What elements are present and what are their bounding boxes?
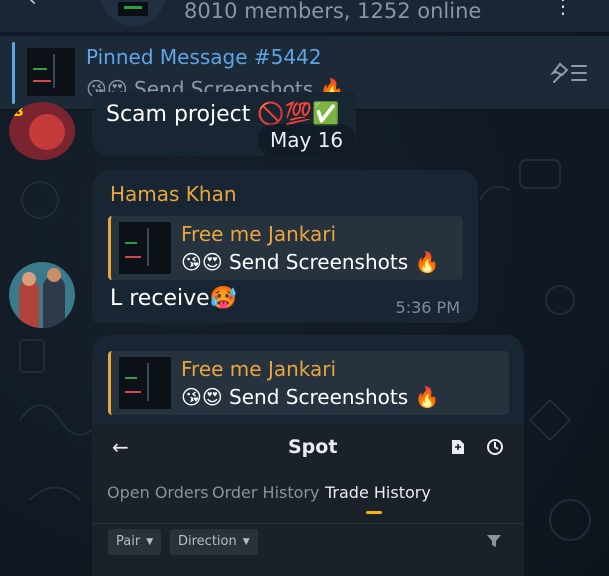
tab-open-orders: Open Orders <box>107 483 209 502</box>
reply-thumbnail <box>119 222 171 274</box>
refresh-icon <box>487 439 503 455</box>
reply-text: 😘😍 Send Screenshots 🔥 <box>181 250 440 274</box>
filter-pair-label: Pair <box>116 534 141 549</box>
filter-direction: Direction ▼ <box>170 529 258 555</box>
attached-screenshot[interactable]: ← Spot Open Orders Order History Trade H… <box>92 425 524 576</box>
sender-name[interactable]: Hamas Khan <box>110 182 237 206</box>
pinned-thumbnail <box>27 48 75 96</box>
reply-title: Free me Jankari <box>181 222 337 246</box>
screenshot-title: Spot <box>288 436 338 458</box>
filter-pair: Pair ▼ <box>108 529 162 555</box>
reply-quote[interactable]: Free me Jankari 😘😍 Send Screenshots 🔥 <box>108 351 509 415</box>
unpin-list-icon[interactable] <box>550 60 590 86</box>
date-chip: May 16 <box>258 124 356 156</box>
avatar[interactable] <box>9 262 75 328</box>
pinned-indicator <box>12 42 15 104</box>
reply-title: Free me Jankari <box>181 357 337 381</box>
caret-down-icon: ▼ <box>146 537 154 547</box>
message-text: L receive🥵 <box>110 286 238 311</box>
reply-quote[interactable]: Free me Jankari 😘😍 Send Screenshots 🔥 <box>108 216 463 280</box>
message-bubble[interactable]: Hamas Khan Free me Jankari 😘😍 Send Scree… <box>92 170 478 323</box>
more-menu-icon[interactable]: ⋮ <box>553 0 573 18</box>
filter-icon <box>487 535 501 547</box>
avatar[interactable]: B <box>9 102 75 160</box>
message-time: 5:36 PM <box>395 298 460 317</box>
document-icon <box>452 440 464 454</box>
tab-trade-history: Trade History <box>325 483 431 502</box>
reply-text: 😘😍 Send Screenshots 🔥 <box>181 385 440 409</box>
avatar-letter: B <box>13 104 24 120</box>
back-arrow-icon: ← <box>112 435 129 459</box>
group-avatar[interactable] <box>100 0 166 26</box>
message-bubble[interactable]: Free me Jankari 😘😍 Send Screenshots 🔥 ← … <box>92 335 524 576</box>
tab-order-history: Order History <box>212 483 320 502</box>
divider <box>92 523 524 524</box>
caret-down-icon: ▼ <box>242 537 250 547</box>
pinned-title: Pinned Message #5442 <box>86 45 322 69</box>
back-arrow-icon[interactable]: ‹ <box>28 0 48 11</box>
reply-thumbnail <box>119 357 171 409</box>
group-avatar-image <box>118 2 148 16</box>
chat-header: ‹ 8010 members, 1252 online ⋮ <box>0 0 609 32</box>
members-count: 8010 members, 1252 online <box>184 0 482 23</box>
filter-direction-label: Direction <box>178 534 237 549</box>
active-tab-indicator <box>366 511 382 514</box>
avatar-image <box>29 114 65 150</box>
